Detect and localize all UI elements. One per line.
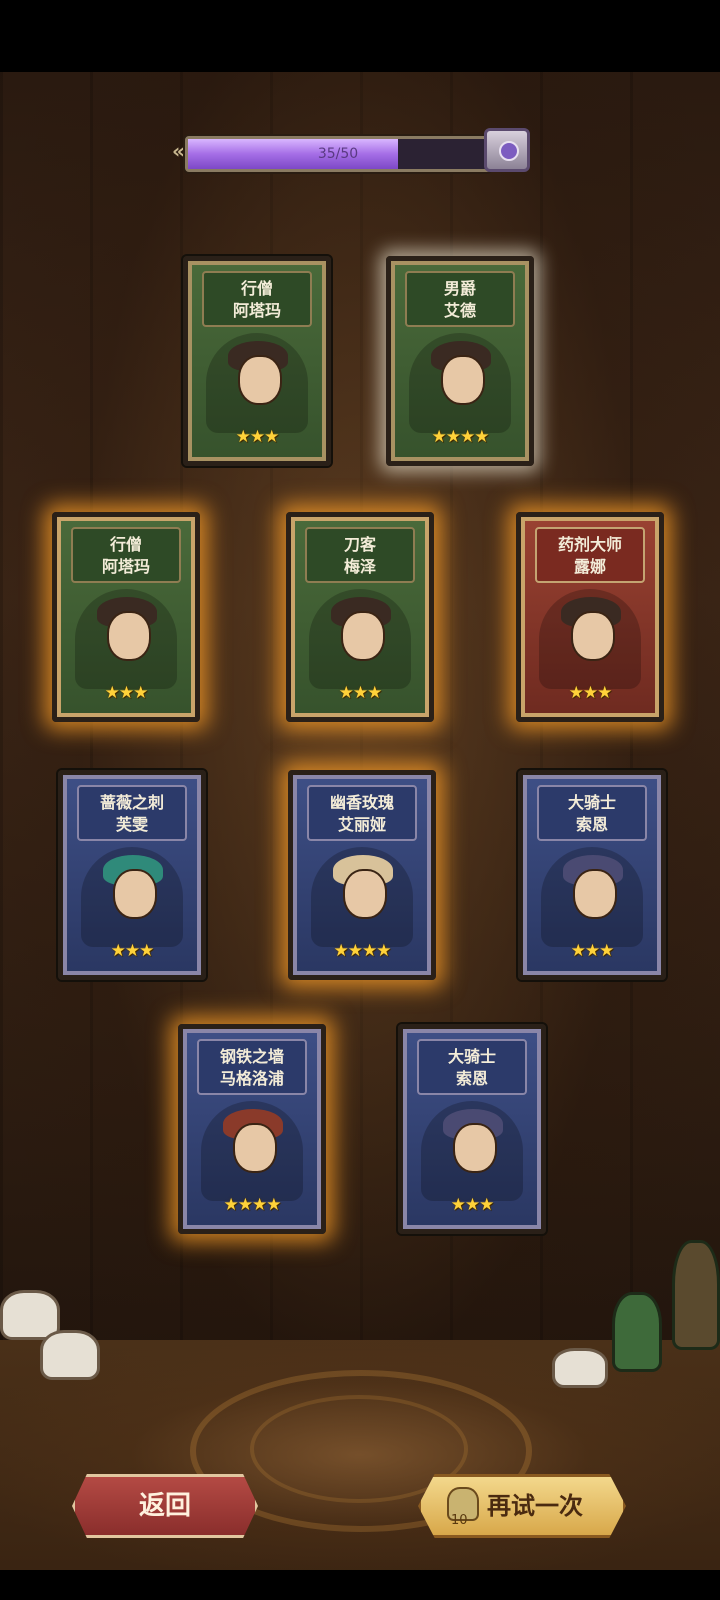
hero-card[interactable]: 男爵 艾德 ★★★★ xyxy=(386,256,534,466)
hero-name-banner: 男爵 艾德 xyxy=(405,271,515,327)
hero-portrait xyxy=(75,589,177,689)
hero-portrait xyxy=(409,333,511,433)
hero-name-banner: 幽香玫瑰 艾丽娅 xyxy=(307,785,417,841)
hero-name-banner: 大骑士 索恩 xyxy=(417,1039,527,1095)
star-rating: ★★★★ xyxy=(431,427,490,447)
status-bar xyxy=(0,0,720,72)
hero-portrait xyxy=(421,1101,523,1201)
hero-name-banner: 行僧 阿塔玛 xyxy=(202,271,312,327)
star-rating: ★★★ xyxy=(104,683,149,703)
hero-portrait xyxy=(539,589,641,689)
hero-card[interactable]: 蔷薇之刺 芙雯 ★★★ xyxy=(58,770,206,980)
hero-name: 索恩 xyxy=(455,1069,488,1088)
hero-name: 艾丽娅 xyxy=(337,815,386,834)
hero-name: 艾德 xyxy=(443,301,476,320)
hero-portrait xyxy=(309,589,411,689)
nav-bar xyxy=(0,1570,720,1600)
hero-portrait xyxy=(201,1101,303,1201)
hero-name: 芙雯 xyxy=(115,815,148,834)
star-rating: ★★★ xyxy=(338,683,383,703)
hero-portrait xyxy=(541,847,643,947)
hero-title: 钢铁之墙 xyxy=(219,1047,284,1066)
hero-name: 阿塔玛 xyxy=(101,557,150,576)
treasure-chest-icon[interactable] xyxy=(484,128,530,172)
star-rating: ★★★ xyxy=(568,683,613,703)
star-rating: ★★★ xyxy=(450,1195,495,1215)
hero-card[interactable]: 药剂大师 露娜 ★★★ xyxy=(516,512,664,722)
retry-cost: 10 xyxy=(451,1513,468,1528)
retry-button[interactable]: 10 再试一次 xyxy=(418,1474,626,1538)
hero-portrait xyxy=(206,333,308,433)
hero-title: 幽香玫瑰 xyxy=(329,793,394,812)
hero-name: 阿塔玛 xyxy=(232,301,281,320)
star-rating: ★★★★ xyxy=(333,941,392,961)
hero-title: 行僧 xyxy=(109,535,142,554)
hero-card[interactable]: 大骑士 索恩 ★★★ xyxy=(518,770,666,980)
star-rating: ★★★ xyxy=(110,941,155,961)
hero-name-banner: 行僧 阿塔玛 xyxy=(71,527,181,583)
hero-name-banner: 刀客 梅泽 xyxy=(305,527,415,583)
hero-card[interactable]: 行僧 阿塔玛 ★★★ xyxy=(183,256,331,466)
hero-name-banner: 钢铁之墙 马格洛浦 xyxy=(197,1039,307,1095)
bottle-icon xyxy=(672,1240,720,1350)
hero-title: 药剂大师 xyxy=(557,535,622,554)
hero-name-banner: 蔷薇之刺 芙雯 xyxy=(77,785,187,841)
hero-card[interactable]: 钢铁之墙 马格洛浦 ★★★★ xyxy=(178,1024,326,1234)
hero-title: 刀客 xyxy=(343,535,376,554)
hero-name: 索恩 xyxy=(575,815,608,834)
hero-title: 蔷薇之刺 xyxy=(99,793,164,812)
hero-name: 梅泽 xyxy=(343,557,376,576)
hero-title: 行僧 xyxy=(240,279,273,298)
hero-card[interactable]: 行僧 阿塔玛 ★★★ xyxy=(52,512,200,722)
hero-card[interactable]: 大骑士 索恩 ★★★ xyxy=(398,1024,546,1234)
progress-text: 35/50 xyxy=(317,146,359,162)
bottle-icon xyxy=(612,1292,662,1372)
retry-label: 再试一次 xyxy=(487,1492,583,1520)
hero-title: 大骑士 xyxy=(567,793,616,812)
hero-name: 露娜 xyxy=(573,557,606,576)
star-rating: ★★★★ xyxy=(223,1195,282,1215)
hero-title: 大骑士 xyxy=(447,1047,496,1066)
candle-icon xyxy=(552,1348,608,1388)
hero-title: 男爵 xyxy=(443,279,476,298)
hero-name-banner: 大骑士 索恩 xyxy=(537,785,647,841)
back-button[interactable]: 返回 xyxy=(72,1474,258,1538)
star-rating: ★★★ xyxy=(235,427,280,447)
hero-card[interactable]: 幽香玫瑰 艾丽娅 ★★★★ xyxy=(288,770,436,980)
hero-name-banner: 药剂大师 露娜 xyxy=(535,527,645,583)
hero-portrait xyxy=(81,847,183,947)
star-rating: ★★★ xyxy=(570,941,615,961)
candle-icon xyxy=(40,1330,100,1380)
hero-portrait xyxy=(311,847,413,947)
hero-name: 马格洛浦 xyxy=(219,1069,284,1088)
hero-card[interactable]: 刀客 梅泽 ★★★ xyxy=(286,512,434,722)
draw-progress-bar: 35/50 xyxy=(185,136,491,172)
